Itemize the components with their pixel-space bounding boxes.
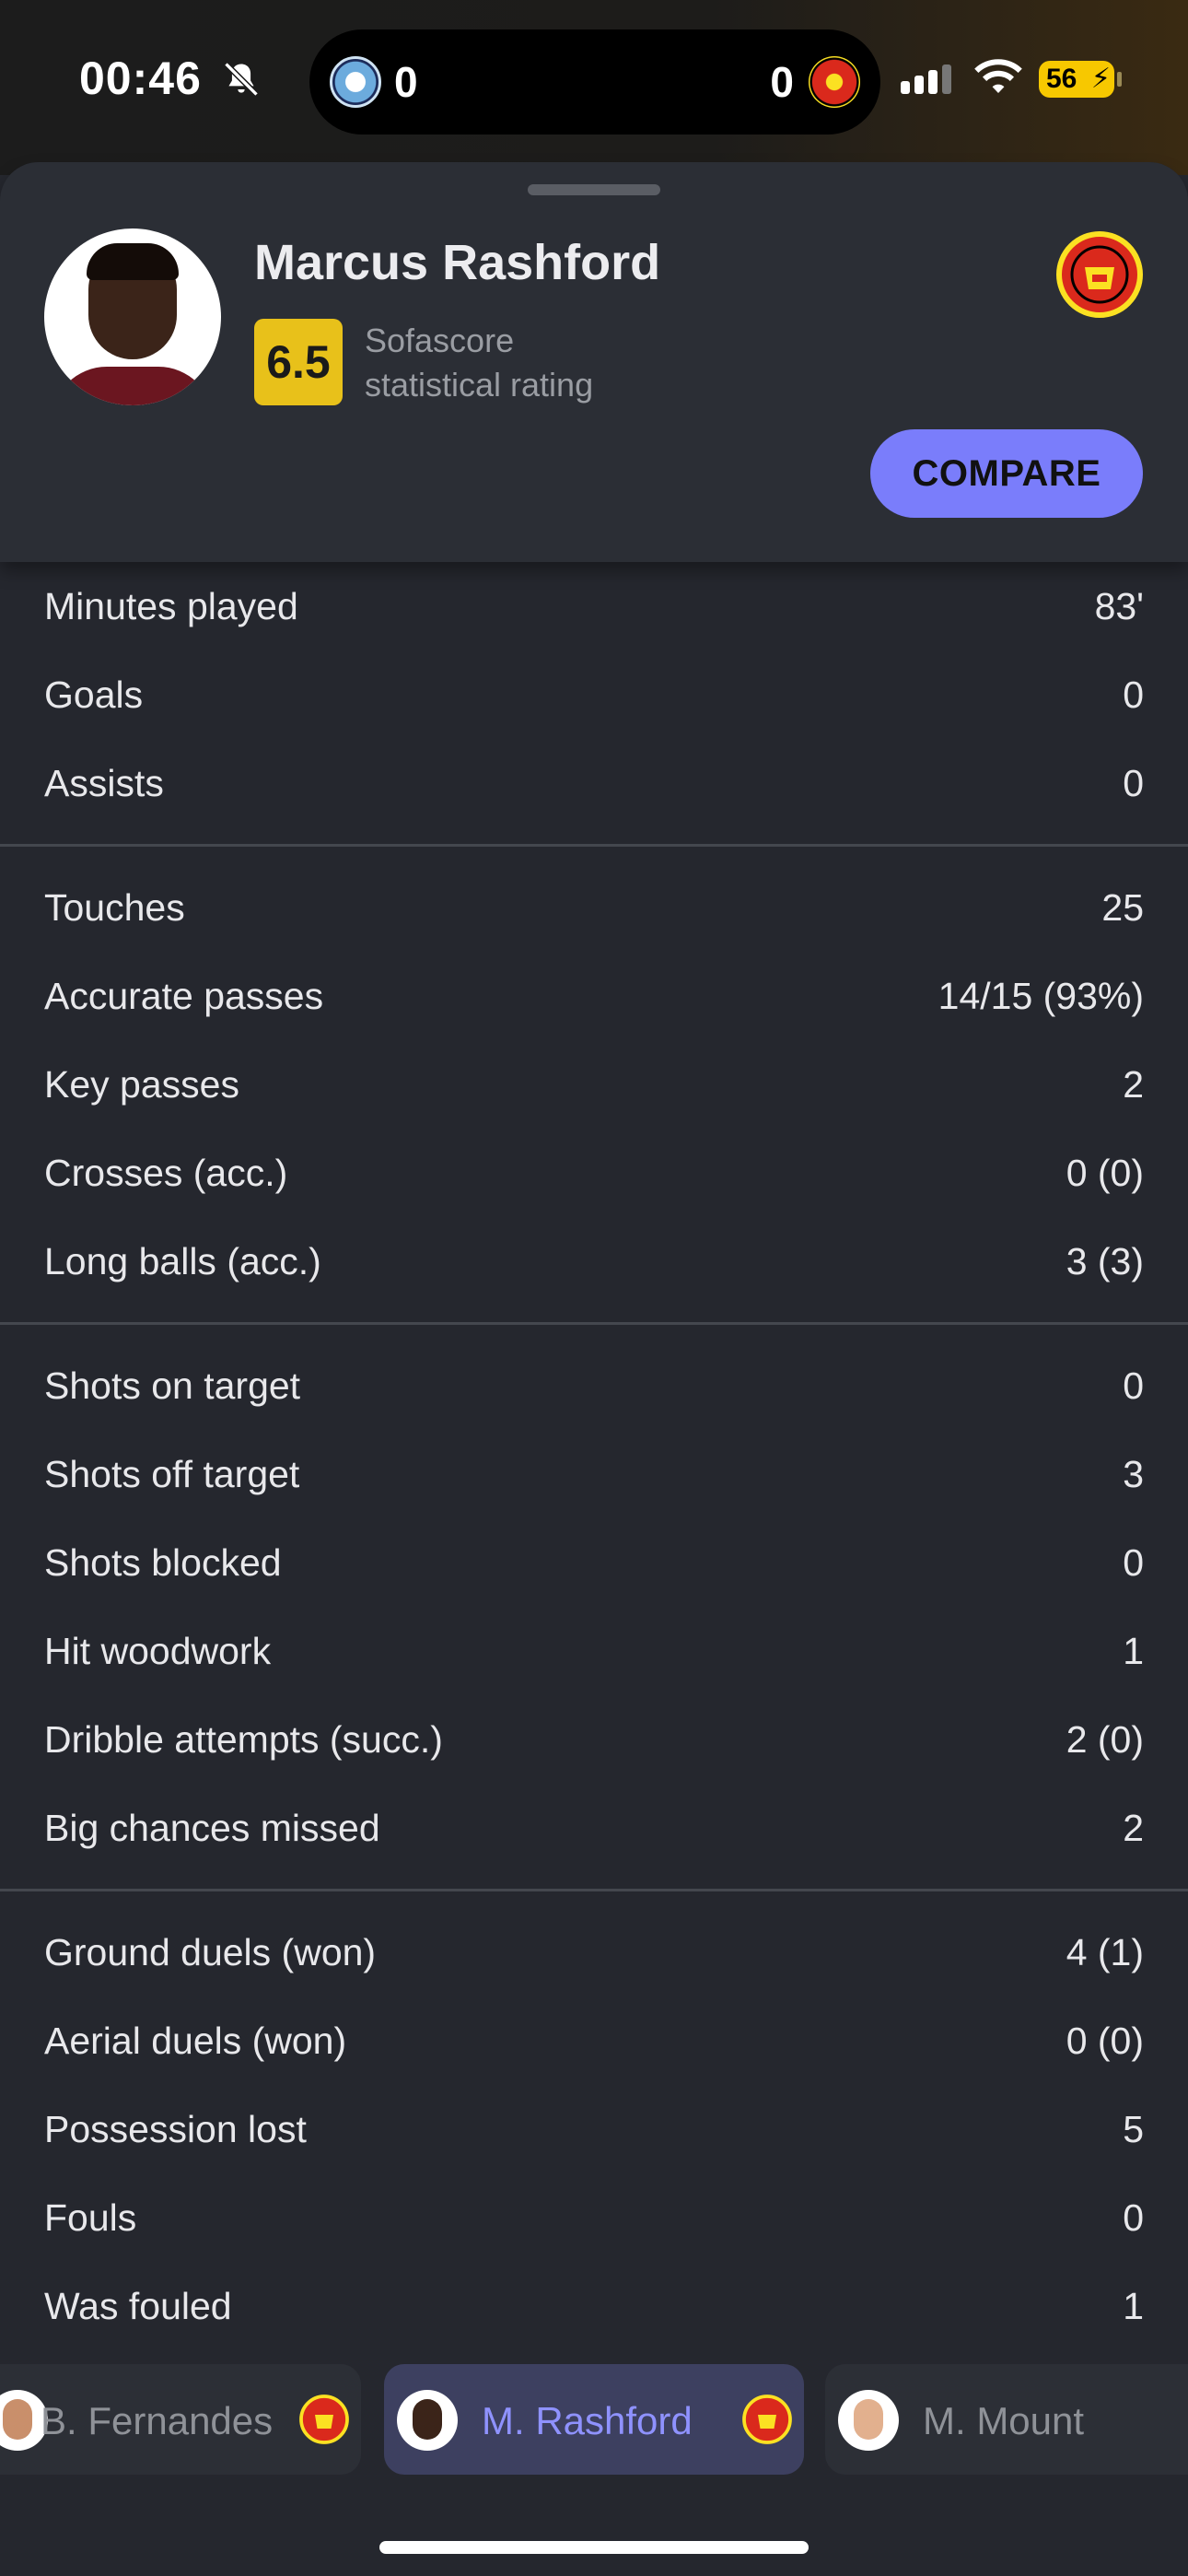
stat-label: Big chances missed bbox=[44, 1806, 380, 1849]
stat-label: Shots on target bbox=[44, 1364, 301, 1407]
stat-row: Aerial duels (won) 0 (0) bbox=[0, 1996, 1188, 2085]
stat-group: Touches 25 Accurate passes 14/15 (93%) Key p… bbox=[0, 847, 1188, 1325]
stat-value: 0 bbox=[1123, 1364, 1144, 1407]
player-avatar bbox=[44, 228, 221, 405]
silent-bell-icon bbox=[224, 62, 259, 97]
stat-row: Big chances missed 2 bbox=[0, 1784, 1188, 1872]
stat-value: 2 bbox=[1123, 1806, 1144, 1849]
stat-row: Possession lost 5 bbox=[0, 2085, 1188, 2173]
stat-row: Long balls (acc.) 3 (3) bbox=[0, 1217, 1188, 1306]
player-chip-name: M. Rashford bbox=[482, 2399, 693, 2442]
stat-row: Accurate passes 14/15 (93%) bbox=[0, 952, 1188, 1040]
player-chip-m-mount[interactable]: M. Mount bbox=[825, 2364, 1188, 2475]
stat-label: Assists bbox=[44, 761, 164, 804]
stat-label: Dribble attempts (succ.) bbox=[44, 1717, 443, 1761]
stat-group: Shots on target 0 Shots off target 3 Shots b… bbox=[0, 1325, 1188, 1891]
stat-row: Shots blocked 0 bbox=[0, 1518, 1188, 1607]
rating-label: Sofascore statistical rating bbox=[365, 322, 594, 404]
sheet-drag-handle[interactable] bbox=[528, 184, 660, 195]
rating-badge: 6.5 bbox=[254, 319, 343, 405]
stat-value: 0 (0) bbox=[1066, 2019, 1144, 2062]
stat-value: 5 bbox=[1123, 2107, 1144, 2150]
player-chip-avatar bbox=[838, 2390, 899, 2451]
home-indicator[interactable] bbox=[379, 2541, 809, 2554]
stat-row: Was fouled 1 bbox=[0, 2262, 1188, 2350]
stat-value: 2 bbox=[1123, 1062, 1144, 1106]
stat-value: 83' bbox=[1094, 584, 1144, 627]
stat-value: 0 (0) bbox=[1066, 1151, 1144, 1194]
stat-value: 4 (1) bbox=[1066, 1930, 1144, 1973]
stat-label: Key passes bbox=[44, 1062, 239, 1106]
manchester-united-crest-icon[interactable] bbox=[1055, 230, 1144, 319]
stat-group: Minutes played 83' Goals 0 Assists 0 bbox=[0, 562, 1188, 847]
stat-value: 0 bbox=[1123, 761, 1144, 804]
battery-indicator: 56 ⚡ bbox=[1039, 61, 1122, 98]
battery-level: 56 bbox=[1046, 64, 1077, 94]
stat-label: Minutes played bbox=[44, 584, 298, 627]
stat-label: Fouls bbox=[44, 2195, 137, 2239]
stat-group: Ground duels (won) 4 (1) Aerial duels (won… bbox=[0, 1891, 1188, 2370]
stat-label: Was fouled bbox=[44, 2284, 232, 2327]
wifi-icon bbox=[974, 59, 1022, 93]
status-bar: 00:46 0 0 56 ⚡ bbox=[0, 0, 1188, 175]
stat-value: 0 bbox=[1123, 673, 1144, 716]
away-score: 0 bbox=[770, 58, 794, 106]
stat-value: 14/15 (93%) bbox=[938, 974, 1144, 1017]
home-club-logo-icon bbox=[330, 56, 381, 108]
stat-value: 2 (0) bbox=[1066, 1717, 1144, 1761]
stat-value: 0 bbox=[1123, 2195, 1144, 2239]
home-score: 0 bbox=[394, 58, 418, 106]
player-chip-avatar bbox=[397, 2390, 458, 2451]
player-chip-name: M. Mount bbox=[923, 2399, 1085, 2442]
live-score-island[interactable]: 0 0 bbox=[309, 29, 880, 135]
player-chip-b-fernandes[interactable]: B. Fernandes bbox=[0, 2364, 361, 2475]
player-stats-sheet: Marcus Rashford 6.5 Sofascore statistica… bbox=[0, 162, 1188, 2576]
stat-label: Aerial duels (won) bbox=[44, 2019, 347, 2062]
stat-row: Shots off target 3 bbox=[0, 1430, 1188, 1518]
stat-label: Long balls (acc.) bbox=[44, 1239, 321, 1282]
stat-row: Dribble attempts (succ.) 2 (0) bbox=[0, 1695, 1188, 1784]
player-switcher-bar: B. Fernandes M. Rashford M. Mount bbox=[0, 2342, 1188, 2576]
stat-label: Hit woodwork bbox=[44, 1629, 272, 1672]
stat-row: Goals 0 bbox=[0, 650, 1188, 739]
stat-row: Crosses (acc.) 0 (0) bbox=[0, 1129, 1188, 1217]
stat-label: Possession lost bbox=[44, 2107, 307, 2150]
stat-label: Shots blocked bbox=[44, 1540, 282, 1584]
stat-value: 25 bbox=[1101, 885, 1144, 929]
away-club-logo-icon bbox=[809, 56, 860, 108]
compare-button[interactable]: COMPARE bbox=[870, 429, 1143, 518]
stat-value: 1 bbox=[1123, 1629, 1144, 1672]
stat-label: Crosses (acc.) bbox=[44, 1151, 288, 1194]
stat-label: Shots off target bbox=[44, 1452, 300, 1495]
stat-row: Assists 0 bbox=[0, 739, 1188, 827]
charging-bolt-icon: ⚡ bbox=[1090, 64, 1111, 94]
stat-row: Shots on target 0 bbox=[0, 1341, 1188, 1430]
stat-row: Touches 25 bbox=[0, 863, 1188, 952]
stat-row: Fouls 0 bbox=[0, 2173, 1188, 2262]
manchester-united-crest-icon bbox=[742, 2395, 792, 2444]
player-header: Marcus Rashford 6.5 Sofascore statistica… bbox=[0, 162, 1188, 562]
stat-label: Accurate passes bbox=[44, 974, 324, 1017]
stat-value: 0 bbox=[1123, 1540, 1144, 1584]
stat-value: 3 (3) bbox=[1066, 1239, 1144, 1282]
stat-row: Minutes played 83' bbox=[0, 562, 1188, 650]
stat-row: Key passes 2 bbox=[0, 1040, 1188, 1129]
stats-list: Minutes played 83' Goals 0 Assists 0 Touches 25… bbox=[0, 562, 1188, 2370]
stat-value: 3 bbox=[1123, 1452, 1144, 1495]
stat-row: Ground duels (won) 4 (1) bbox=[0, 1908, 1188, 1996]
stat-row: Hit woodwork 1 bbox=[0, 1607, 1188, 1695]
player-chip-m-rashford[interactable]: M. Rashford bbox=[384, 2364, 804, 2475]
player-chip-name: B. Fernandes bbox=[41, 2399, 274, 2442]
stat-label: Touches bbox=[44, 885, 185, 929]
stat-label: Ground duels (won) bbox=[44, 1930, 377, 1973]
stat-value: 1 bbox=[1123, 2284, 1144, 2327]
stat-label: Goals bbox=[44, 673, 144, 716]
player-name: Marcus Rashford bbox=[254, 235, 661, 290]
manchester-united-crest-icon bbox=[299, 2395, 349, 2444]
status-time: 00:46 bbox=[79, 53, 202, 104]
